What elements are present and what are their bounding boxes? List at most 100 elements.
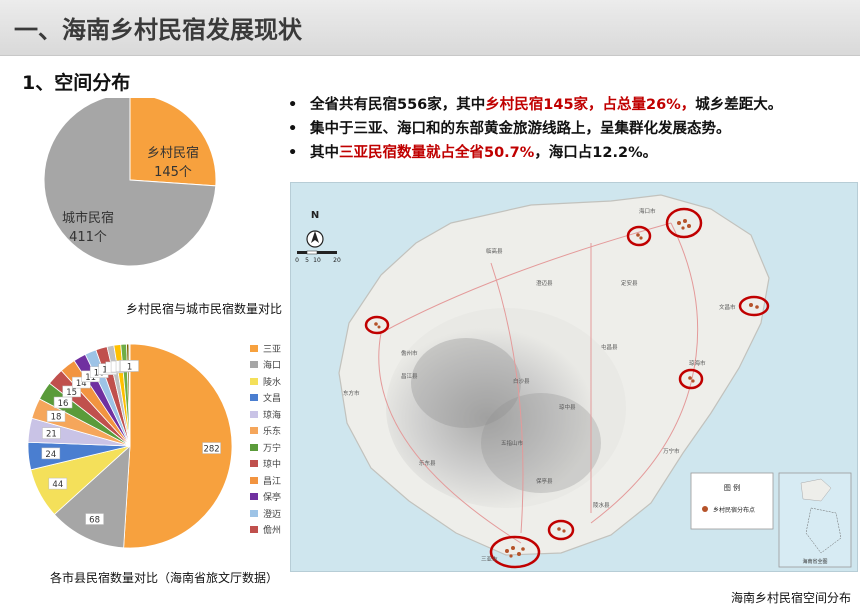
scale-tick: 0 — [295, 257, 299, 264]
bullet-dot: • — [288, 97, 298, 113]
map-legend-box — [690, 472, 774, 530]
data-label: 68 — [89, 516, 100, 526]
legend-swatch — [250, 509, 258, 517]
pie-slices — [28, 343, 233, 549]
legend-item: 陵水 — [250, 373, 281, 390]
legend-label: 琼海 — [263, 410, 282, 421]
pie1-caption: 乡村民宿与城市民宿数量对比 — [126, 302, 283, 316]
bullet-item: • 全省共有民宿556家，其中乡村民宿145家，占总量26%，城乡差距大。 — [288, 93, 858, 117]
data-label: 18 — [51, 413, 62, 423]
bullet-text: 其中 — [310, 145, 339, 161]
pie2-caption: 各市县民宿数量对比（海南省旅文厅数据） — [50, 571, 279, 585]
legend-item: 儋州 — [250, 522, 281, 539]
slice-label-urban-name: 城市民宿 — [62, 210, 114, 226]
inset-label: 海南省全图 — [802, 558, 827, 565]
slice-label-rural-name: 乡村民宿 — [147, 145, 199, 161]
legend-label: 海口 — [263, 361, 282, 372]
legend-swatch — [250, 443, 258, 451]
rural-urban-pie-chart: 乡村民宿 145个 城市民宿 411个 — [43, 98, 217, 267]
place-label: 五指山市 — [501, 439, 524, 447]
bullet-highlight: 三亚民宿数量就占全省50.7% — [339, 145, 535, 161]
north-label: N — [311, 210, 319, 221]
bullet-dot: • — [288, 121, 298, 137]
data-label: 44 — [52, 480, 63, 490]
place-label: 陵水县 — [593, 501, 610, 509]
legend-label: 琼中 — [263, 460, 282, 471]
legend-item: 昌江 — [250, 472, 281, 489]
place-label: 白沙县 — [513, 377, 530, 385]
legend-swatch — [250, 526, 258, 534]
place-label: 昌江县 — [401, 373, 418, 380]
scale-bar — [306, 250, 318, 255]
place-label: 临高县 — [486, 247, 503, 255]
slice-label-urban-count: 411个 — [69, 230, 107, 245]
legend-label: 三亚 — [263, 344, 282, 355]
place-label: 保亭县 — [536, 477, 553, 485]
bullet-text: ，海口占12.2%。 — [534, 145, 658, 161]
map-canvas: N 0 5 10 20 临高县 澄迈县 定安县 儋州市 屯昌县 琼海市 白沙县 … — [295, 194, 852, 569]
legend-item: 文昌 — [250, 390, 281, 407]
place-label: 定安县 — [621, 279, 638, 287]
place-label: 儋州市 — [401, 349, 418, 357]
place-label: 琼中县 — [559, 403, 576, 411]
scale-tick: 10 — [313, 257, 321, 264]
map-caption: 海南乡村民宿空间分布 — [731, 591, 852, 605]
scale-tick: 5 — [305, 257, 309, 264]
legend-label: 万宁 — [263, 443, 282, 454]
pie2-legend: 三亚海口陵水文昌琼海乐东万宁琼中昌江保亭澄迈儋州 — [250, 340, 281, 538]
legend-label: 澄迈 — [263, 509, 282, 520]
place-label: 文昌市 — [719, 303, 736, 311]
legend-item: 万宁 — [250, 439, 281, 456]
bullet-highlight: 乡村民宿145家，占总量26%， — [485, 97, 696, 113]
legend-swatch — [250, 476, 258, 484]
section-title: 1、空间分布 — [22, 72, 131, 94]
place-label: 澄迈县 — [536, 279, 553, 287]
place-label: 海口市 — [639, 207, 656, 215]
legend-label: 儋州 — [263, 526, 282, 537]
legend-label: 陵水 — [263, 377, 282, 388]
data-label: 16 — [58, 399, 69, 409]
page-title: 一、海南乡村民宿发展现状 — [14, 16, 302, 44]
bullet-item: • 集中于三亚、海口和的东部黄金旅游线路上，呈集群化发展态势。 — [288, 117, 858, 141]
legend-swatch — [250, 493, 258, 501]
legend-label: 乐东 — [263, 427, 282, 438]
scale-tick: 20 — [333, 257, 341, 264]
hainan-map: N 0 5 10 20 临高县 澄迈县 定安县 儋州市 屯昌县 琼海市 白沙县 … — [290, 182, 858, 572]
legend-item: 保亭 — [250, 489, 281, 506]
legend-swatch — [250, 344, 258, 352]
legend-item: 澄迈 — [250, 505, 281, 522]
data-label: 21 — [46, 430, 57, 440]
legend-item: 三亚 — [250, 340, 281, 357]
legend-swatch — [250, 394, 258, 402]
bullet-item: • 其中三亚民宿数量就占全省50.7%，海口占12.2%。 — [288, 141, 858, 165]
legend-item: 乐东 — [250, 423, 281, 440]
legend-swatch — [250, 427, 258, 435]
county-pie-chart: 282684424211816151411101066521 — [28, 343, 233, 549]
legend-label: 保亭 — [263, 493, 282, 504]
map-legend-title: 图 例 — [724, 483, 740, 492]
legend-item: 琼中 — [250, 456, 281, 473]
legend-swatch — [250, 460, 258, 468]
bullet-list: • 全省共有民宿556家，其中乡村民宿145家，占总量26%，城乡差距大。 • 集中… — [288, 93, 858, 165]
legend-swatch — [250, 377, 258, 385]
data-label: 282 — [203, 445, 219, 455]
slice-label-rural-count: 145个 — [154, 165, 192, 180]
place-label: 屯昌县 — [601, 343, 618, 351]
place-label: 三亚市 — [481, 555, 498, 563]
legend-swatch — [250, 361, 258, 369]
legend-item: 海口 — [250, 357, 281, 374]
legend-label: 文昌 — [263, 394, 282, 405]
legend-dot-icon — [702, 506, 708, 512]
place-label: 东方市 — [343, 389, 360, 397]
header-bar: 一、海南乡村民宿发展现状 — [0, 0, 860, 56]
map-legend-item: 乡村民宿分布点 — [713, 506, 755, 514]
bullet-text: 全省共有民宿556家，其中 — [310, 97, 486, 113]
data-label: 15 — [66, 388, 77, 398]
data-label: 1 — [127, 362, 132, 372]
legend-label: 昌江 — [263, 476, 282, 487]
place-label: 琼海市 — [689, 359, 706, 367]
bullet-dot: • — [288, 145, 298, 161]
data-label: 24 — [45, 450, 56, 460]
legend-item: 琼海 — [250, 406, 281, 423]
bullet-text: 集中于三亚、海口和的东部黄金旅游线路上，呈集群化发展态势。 — [310, 121, 731, 137]
